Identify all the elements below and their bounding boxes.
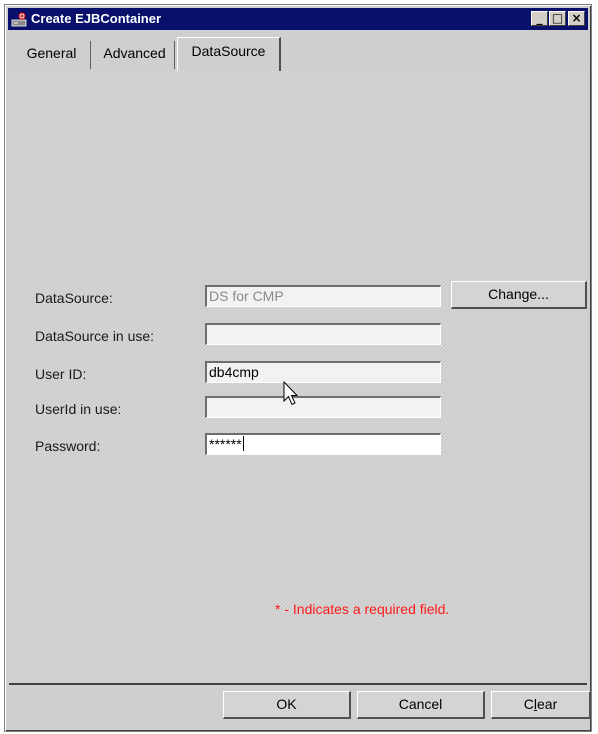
datasource-panel: DataSource: DS for CMP Change... DataSou… xyxy=(9,71,587,685)
ok-button[interactable]: OK xyxy=(223,691,351,719)
mouse-pointer-icon xyxy=(283,381,299,406)
clear-button[interactable]: Clear xyxy=(491,691,591,719)
datasource-field[interactable]: DS for CMP xyxy=(205,285,441,307)
tab-strip: General Advanced DataSource xyxy=(9,35,587,72)
required-field-note: * - Indicates a required field. xyxy=(275,601,450,617)
cancel-button[interactable]: Cancel xyxy=(357,691,485,719)
password-label: Password: xyxy=(35,438,101,454)
button-bar: OK Cancel Clear xyxy=(9,683,591,727)
datasource-in-use-label: DataSource in use: xyxy=(35,328,155,344)
tab-general[interactable]: General xyxy=(13,41,91,69)
userid-in-use-label: UserId in use: xyxy=(35,401,122,417)
user-id-field[interactable]: db4cmp xyxy=(205,361,441,383)
window-title: Create EJBContainer xyxy=(31,11,162,26)
datasource-in-use-field[interactable] xyxy=(205,323,441,345)
user-id-label: User ID: xyxy=(35,366,87,382)
close-icon[interactable]: × xyxy=(568,11,585,26)
tab-datasource[interactable]: DataSource xyxy=(177,37,281,71)
text-caret xyxy=(242,436,244,451)
clear-label: Clear xyxy=(523,696,558,712)
maximize-icon[interactable]: □ xyxy=(549,11,566,26)
password-field[interactable]: ****** xyxy=(205,433,441,455)
minimize-icon[interactable]: _ xyxy=(531,11,548,26)
tab-advanced[interactable]: Advanced xyxy=(95,41,175,69)
datasource-label: DataSource: xyxy=(35,290,113,306)
title-bar[interactable]: Create EJBContainer _ □ × xyxy=(8,8,588,30)
app-icon xyxy=(11,12,27,27)
mnemonic-letter: l xyxy=(533,696,537,712)
change-button[interactable]: Change... xyxy=(451,281,587,309)
dialog-window: Create EJBContainer _ □ × General Advanc… xyxy=(4,4,592,732)
userid-in-use-field[interactable] xyxy=(205,396,441,418)
password-mask: ****** xyxy=(209,436,242,452)
